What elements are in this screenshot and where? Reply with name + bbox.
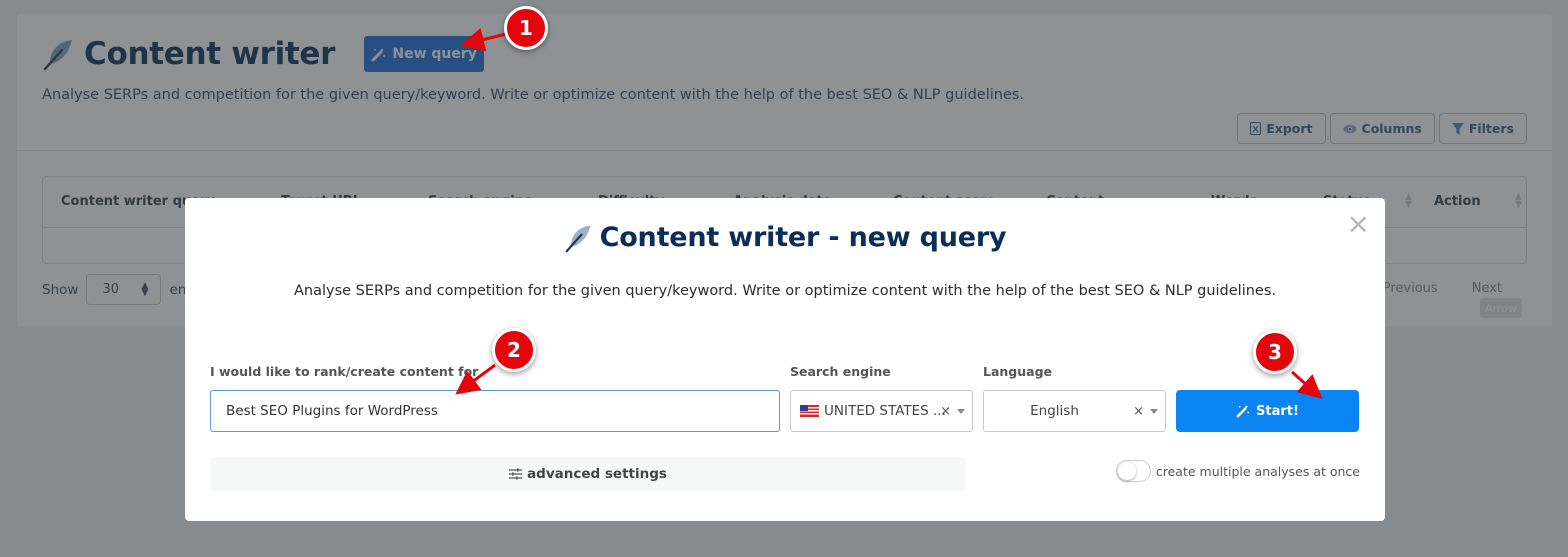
magic-wand-icon [1236, 404, 1250, 418]
search-engine-label: Search engine [790, 364, 891, 379]
callout-1: 1 [504, 6, 548, 50]
toggle-knob [1117, 462, 1136, 480]
caret-down-icon[interactable] [957, 408, 965, 414]
language-select[interactable]: English × [983, 390, 1166, 432]
modal-header: Content writer - new query [185, 222, 1385, 253]
modal-title: Content writer - new query [599, 222, 1007, 253]
start-button[interactable]: Start! [1176, 390, 1359, 432]
search-engine-select[interactable]: UNITED STATES ... × [790, 390, 973, 432]
feather-icon [565, 225, 591, 252]
query-label: I would like to rank/create content for [210, 364, 479, 379]
multiple-analyses-toggle-row: create multiple analyses at once [1115, 460, 1360, 482]
advanced-settings-button[interactable]: advanced settings [210, 457, 966, 491]
sliders-icon [509, 468, 523, 480]
clear-icon[interactable]: × [1133, 404, 1144, 419]
caret-down-icon[interactable] [1150, 408, 1158, 414]
multiple-analyses-toggle[interactable] [1115, 460, 1151, 482]
modal-description: Analyse SERPs and competition for the gi… [293, 283, 1277, 299]
callout-3: 3 [1253, 330, 1297, 374]
us-flag-icon [800, 405, 819, 417]
new-query-modal: × Content writer - new query Analyse SER… [185, 198, 1385, 521]
language-value: English [1030, 403, 1079, 419]
query-input[interactable] [210, 390, 780, 432]
clear-icon[interactable]: × [940, 404, 951, 419]
search-engine-value: UNITED STATES ... [824, 403, 946, 419]
language-label: Language [983, 364, 1053, 379]
advanced-settings-label: advanced settings [527, 466, 667, 482]
multiple-analyses-label: create multiple analyses at once [1155, 463, 1360, 479]
callout-2: 2 [492, 328, 536, 372]
start-label: Start! [1256, 403, 1299, 419]
